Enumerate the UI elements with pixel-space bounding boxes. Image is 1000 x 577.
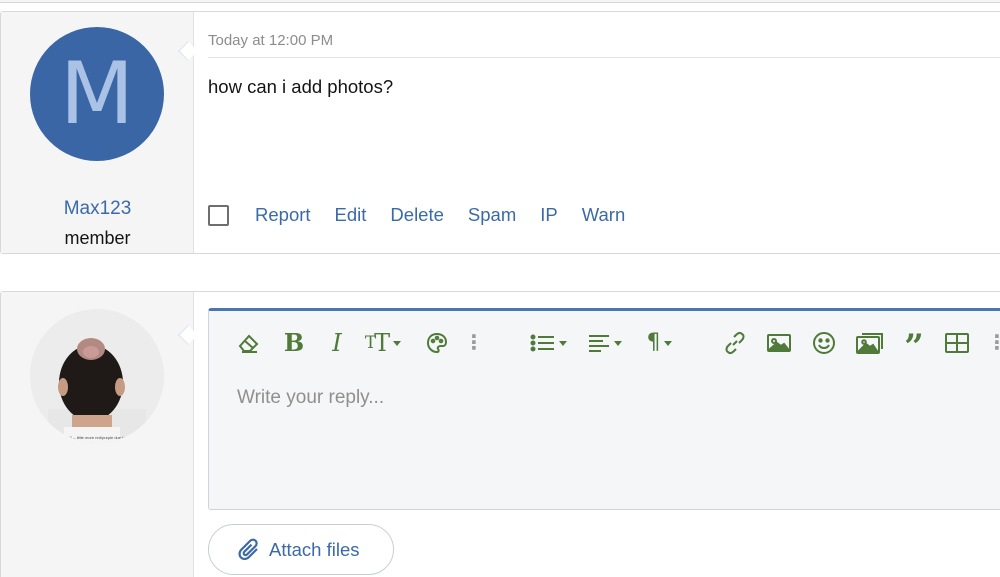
message-user-cell: M Max123 member [1, 12, 194, 253]
quote-icon[interactable]: ” [899, 329, 929, 364]
reply-placeholder: Write your reply... [237, 387, 385, 408]
report-link[interactable]: Report [255, 204, 311, 226]
table-icon[interactable] [943, 329, 971, 357]
reply-editor[interactable]: B I TT ⋮ ¶ ” ⋮ Write your reply... [208, 308, 1000, 510]
chevron-down-icon [393, 340, 402, 346]
paperclip-icon [238, 538, 258, 560]
media-gallery-icon[interactable] [854, 329, 886, 357]
previous-post-edge [0, 0, 1000, 3]
avatar-caption: *1 – little more red/purple due to [68, 435, 126, 440]
align-left-icon[interactable] [583, 329, 625, 357]
image-icon[interactable] [765, 329, 793, 357]
attach-files-button[interactable]: Attach files [208, 524, 394, 575]
italic-button[interactable]: I [326, 329, 348, 357]
message-body: how can i add photos? [208, 76, 394, 97]
link-icon[interactable] [721, 329, 749, 357]
message-timestamp[interactable]: Today at 12:00 PM [208, 32, 333, 49]
more-options-icon[interactable]: ⋮ [987, 329, 1000, 357]
font-size-button[interactable]: TT [361, 329, 405, 357]
message-actions: Report Edit Delete Spam IP Warn [208, 204, 649, 226]
avatar-photo-icon [30, 309, 164, 443]
delete-link[interactable]: Delete [390, 204, 443, 226]
more-text-icon[interactable]: ⋮ [464, 329, 484, 357]
message-main-cell: Today at 12:00 PM how can i add photos? … [195, 12, 1000, 253]
warn-link[interactable]: Warn [582, 204, 626, 226]
message-post: M Max123 member Today at 12:00 PM how ca… [0, 11, 1000, 254]
attach-files-label: Attach files [269, 538, 360, 560]
ip-link[interactable]: IP [540, 204, 557, 226]
current-user-avatar[interactable]: *1 – little more red/purple due to [30, 309, 164, 443]
chevron-down-icon [558, 340, 567, 346]
clear-formatting-icon[interactable] [236, 329, 262, 357]
username-link[interactable]: Max123 [1, 198, 194, 220]
select-checkbox[interactable] [208, 204, 229, 226]
editor-toolbar: B I TT ⋮ ¶ ” ⋮ [209, 311, 1000, 373]
edit-link[interactable]: Edit [335, 204, 367, 226]
list-icon[interactable] [527, 329, 569, 357]
paragraph-icon[interactable]: ¶ [639, 329, 679, 357]
divider [208, 57, 1000, 58]
quick-reply: *1 – little more red/purple due to B I T… [0, 291, 1000, 577]
chevron-down-icon [663, 340, 672, 346]
user-title: member [64, 228, 131, 248]
palette-icon[interactable] [424, 329, 450, 357]
bold-button[interactable]: B [283, 329, 305, 357]
smiley-icon[interactable] [810, 329, 838, 357]
spam-link[interactable]: Spam [468, 204, 516, 226]
chevron-down-icon [613, 340, 622, 346]
avatar[interactable]: M [30, 27, 164, 161]
reply-user-cell: *1 – little more red/purple due to [1, 292, 194, 577]
